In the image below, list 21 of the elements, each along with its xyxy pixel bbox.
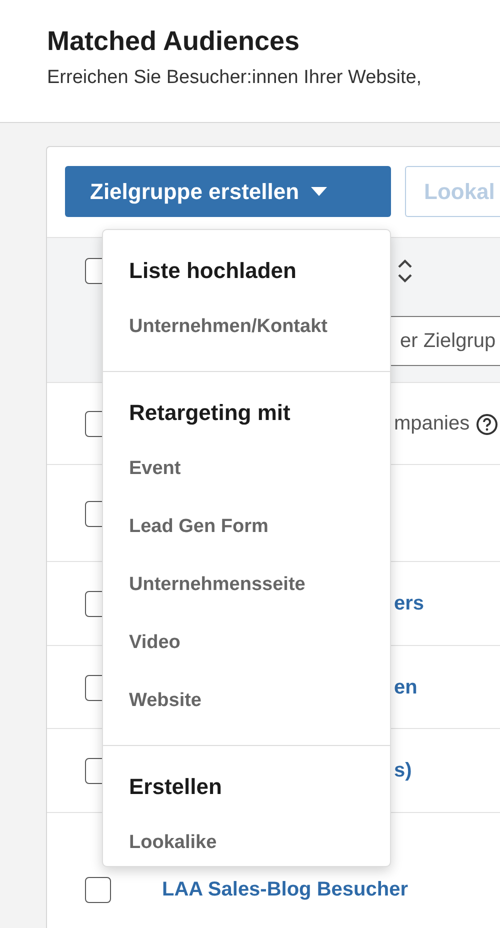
menu-item[interactable]: Website [129, 672, 390, 730]
menu-item[interactable]: Unternehmensseite [129, 556, 390, 614]
menu-item[interactable]: Event [129, 440, 390, 498]
create-audience-button[interactable]: Zielgruppe erstellen [65, 166, 391, 217]
help-icon[interactable] [476, 413, 498, 435]
menu-item[interactable]: Video [129, 614, 390, 672]
audience-link[interactable]: s) [394, 760, 412, 782]
page-title: Matched Audiences [47, 26, 301, 57]
audience-name: mpanies [394, 412, 498, 436]
audience-link[interactable]: LAA Sales-Blog Besucher [162, 878, 408, 902]
menu-heading: Retargeting mit [129, 399, 292, 427]
menu-item[interactable]: Lead Gen Form [129, 498, 390, 556]
caret-icon [311, 187, 328, 196]
menu-heading: Erstellen [129, 773, 223, 801]
page-subtitle: Erreichen Sie Besucher:innen Ihrer Website, [47, 67, 423, 89]
menu-heading: Liste hochladen [129, 257, 298, 285]
sort-icon[interactable] [396, 258, 414, 284]
menu-item[interactable]: Lookalike [129, 814, 390, 872]
audience-link[interactable]: en [394, 676, 418, 699]
audience-link[interactable]: ers [394, 592, 424, 616]
row-checkbox[interactable] [85, 877, 111, 903]
